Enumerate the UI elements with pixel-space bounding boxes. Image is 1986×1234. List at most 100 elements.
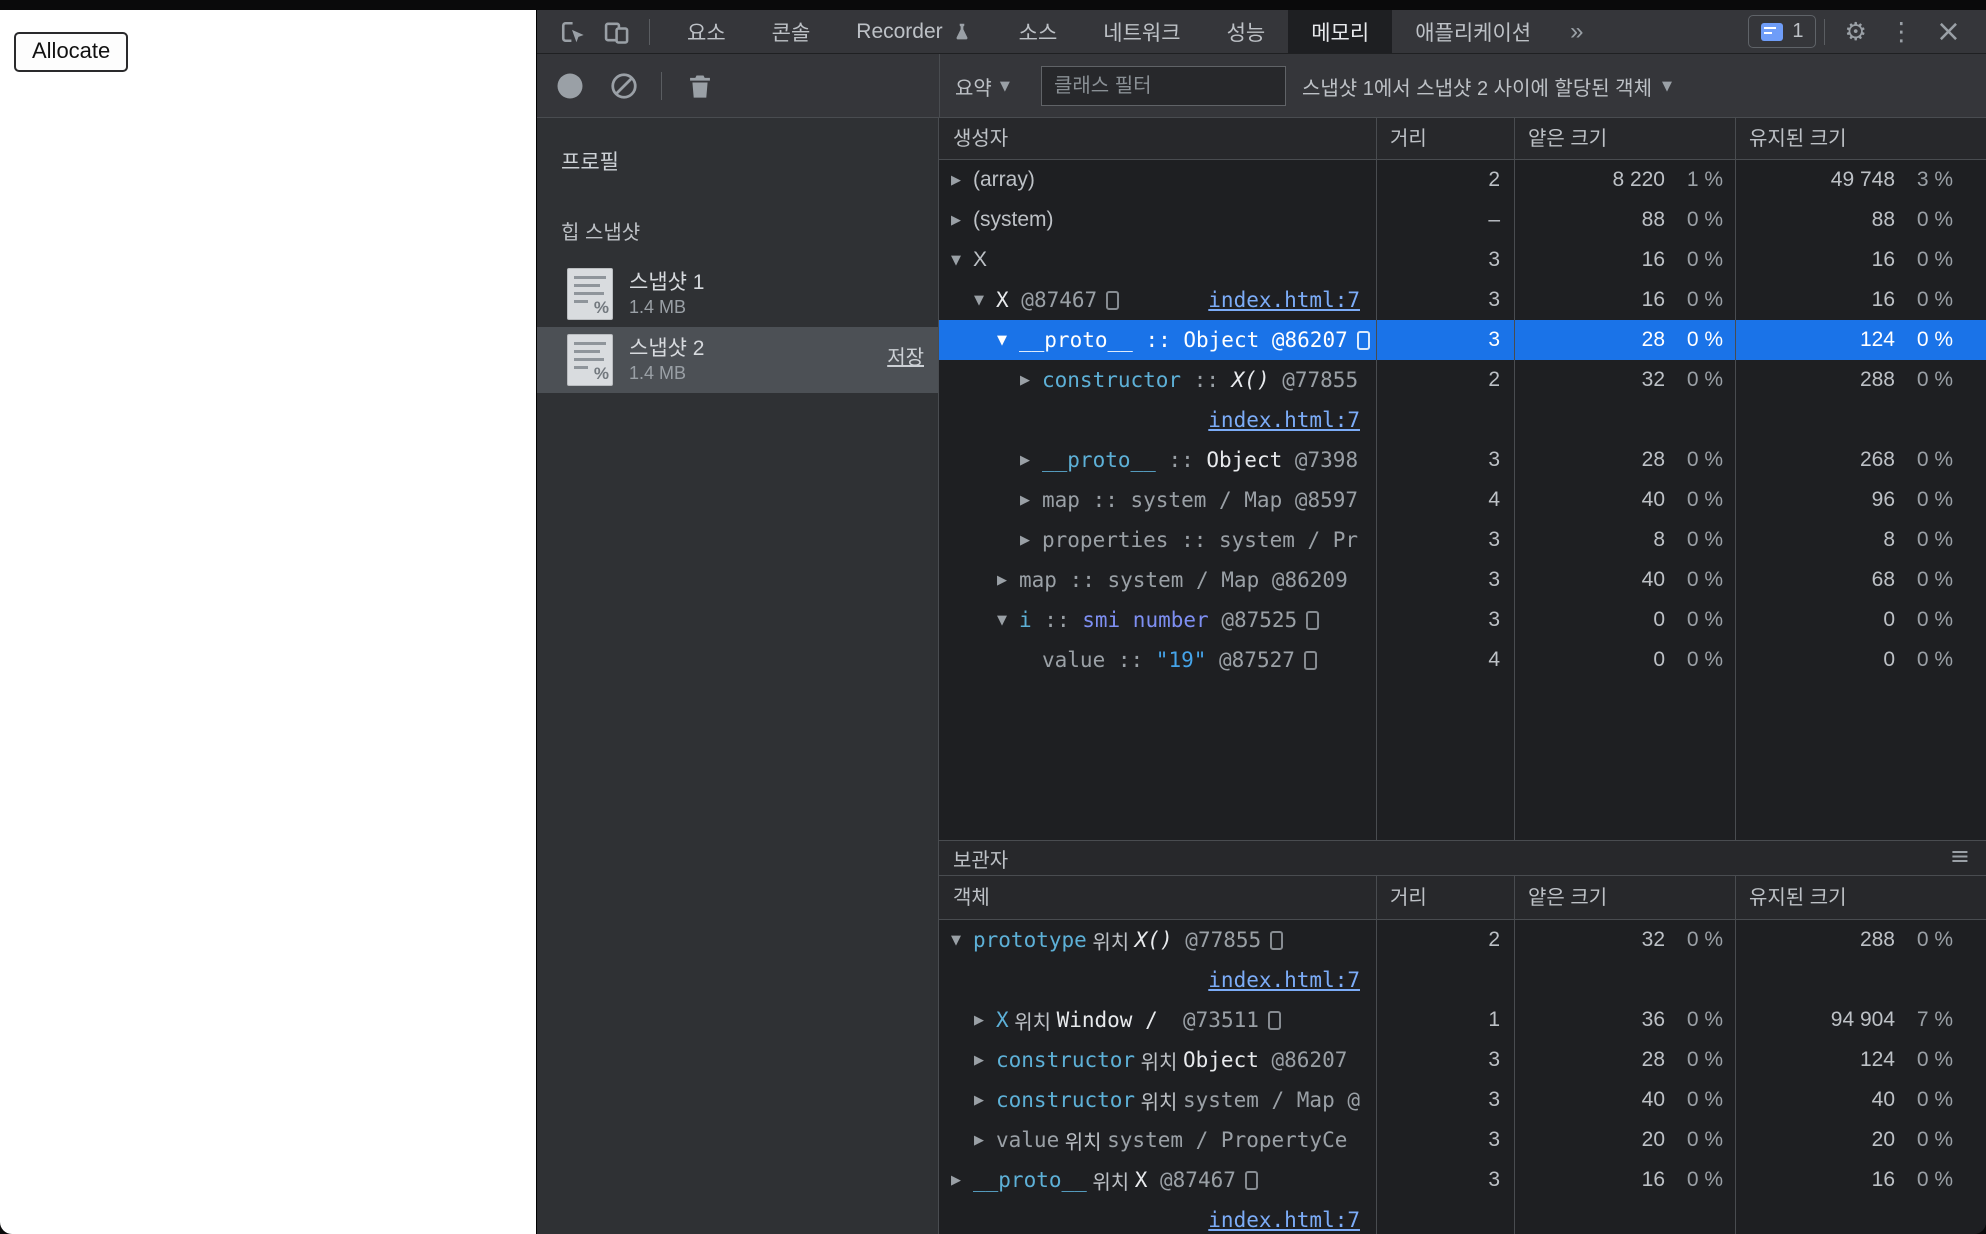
trash-icon[interactable] [683,69,717,103]
table-row[interactable]: ▶ value 위치 system / PropertyCe 3 20 0 % 20 0 % [939,1120,1986,1160]
tree-text: X [996,1008,1009,1032]
perspective-select[interactable]: 요약 ▼ [955,70,1010,102]
tree-text: constructor [996,1088,1136,1112]
settings-gear-icon[interactable]: ⚙ [1833,17,1877,46]
table-row[interactable]: value :: "19" @87527 4 0 0 % 0 0 % [939,640,1986,680]
shallow-size: 32 0 % [1641,368,1723,391]
distance-value: 1 [1488,1008,1500,1031]
column-header-shallow-size[interactable]: 얕은 크기 [1514,876,1735,919]
table-row[interactable]: ▶ constructor 위치 system / Map @ 3 40 0 % 40 0 … [939,1080,1986,1120]
expand-arrow[interactable]: ▼ [974,293,996,308]
tab-label: 콘솔 [771,21,811,45]
allocate-button[interactable]: Allocate [14,32,129,72]
tabbar-separator [649,18,650,45]
table-row[interactable]: ▼ __proto__ :: Object @86207 3 28 0 % 124 0 % [939,320,1986,360]
inspect-element-icon[interactable] [553,15,591,49]
table-row[interactable]: ▼ X 3 16 0 % 16 0 % [939,240,1986,280]
more-tabs-chevron[interactable]: » [1554,10,1599,53]
expand-arrow[interactable]: ▼ [997,333,1019,348]
reveal-icon[interactable] [1267,1010,1281,1030]
reveal-icon[interactable] [1303,650,1317,670]
expand-arrow[interactable]: ▶ [1020,533,1042,548]
tab-메모리[interactable]: 메모리 [1288,10,1393,53]
snapshot-range-select[interactable]: 스냅샷 1에서 스냅샷 2 사이에 할당된 객체 ▼ [1302,70,1672,102]
close-icon[interactable]: × [1925,14,1972,49]
table-row[interactable]: ▶ (array) 2 8 220 1 % 49 748 3 % [939,160,1986,200]
column-header-retained-size[interactable]: 유지된 크기 [1735,118,1985,159]
expand-arrow[interactable]: ▶ [997,573,1019,588]
class-filter-input[interactable] [1041,66,1286,106]
reveal-icon[interactable] [1356,330,1370,350]
table-row[interactable]: ▶ map :: system / Map @86209 3 40 0 % 68 0 % [939,560,1986,600]
tab-성능[interactable]: 성능 [1204,10,1289,53]
snapshot-size: 1.4 MB [629,297,687,317]
table-row[interactable]: ▶ constructor :: X() @77855 index.html:7 2 3… [939,360,1986,440]
expand-arrow[interactable]: ▶ [974,1053,996,1068]
distance-value: 2 [1488,168,1500,191]
table-row[interactable]: ▶ map :: system / Map @8597 4 40 0 % 96 0 % [939,480,1986,520]
save-link[interactable]: 저장 [887,341,924,370]
tree-text: __proto__ [1019,328,1133,352]
source-link[interactable]: index.html:7 [1208,408,1360,432]
expand-arrow[interactable]: ▶ [1020,373,1042,388]
source-link[interactable]: index.html:7 [1208,288,1376,312]
column-header-distance[interactable]: 거리 [1376,876,1514,919]
panel-tabs: 요소 콘솔 Recorder 소스 네트워크 성능 메모리 애플리케이션 [664,10,1554,53]
column-header-distance[interactable]: 거리 [1376,118,1514,159]
name-cell: ▼ X [939,240,1376,280]
table-row[interactable]: ▶ X 위치 Window / @73511 1 36 0 % 94 904 7 % [939,1000,1986,1040]
table-row[interactable]: ▶ (system) – 88 0 % 88 0 % [939,200,1986,240]
column-header-object[interactable]: 객체 [939,876,1376,919]
column-header-constructor[interactable]: 생성자 [939,118,1376,159]
table-row[interactable]: ▶ properties :: system / Pr 3 8 0 % 8 0 % [939,520,1986,560]
tab-애플리케이션[interactable]: 애플리케이션 [1392,10,1554,53]
expand-arrow[interactable]: ▶ [951,173,973,188]
table-row[interactable]: ▶ __proto__ :: Object @7398 3 28 0 % 268 0 % [939,440,1986,480]
expand-arrow[interactable]: ▶ [1020,453,1042,468]
reveal-icon[interactable] [1244,1170,1258,1190]
table-row[interactable]: ▶ __proto__ 위치 X @87467 index.html:7 3 16 0 %… [939,1160,1986,1234]
kebab-menu-icon[interactable]: ⋮ [1878,17,1925,46]
expand-arrow[interactable]: ▶ [974,1013,996,1028]
expand-arrow[interactable]: ▶ [951,1173,973,1188]
reveal-icon[interactable] [1306,610,1320,630]
chevron-down-icon: ▼ [999,78,1010,94]
name-cell: ▶ map :: system / Map @8597 [939,480,1376,520]
tree-text: :: [1155,448,1207,472]
name-cell: ▼ X @87467 index.html:7 [939,280,1376,320]
tree-text: @87525 [1208,608,1298,632]
expand-arrow[interactable]: ▼ [951,253,973,268]
expand-arrow[interactable]: ▼ [951,933,973,948]
table-row[interactable]: ▼ X @87467 index.html:7 3 16 0 % 16 0 % [939,280,1986,320]
expand-arrow[interactable]: ▶ [1020,493,1042,508]
snapshot-item[interactable]: % 스냅샷 2 1.4 MB 저장 [537,327,938,393]
source-link[interactable]: index.html:7 [1208,968,1360,992]
hamburger-menu-icon[interactable]: ≡ [1950,842,1970,870]
distance-value: 3 [1488,248,1500,271]
table-row[interactable]: ▼ i :: smi number @87525 3 0 0 % 0 0 % [939,600,1986,640]
column-header-retained-size[interactable]: 유지된 크기 [1735,876,1985,919]
issues-badge[interactable]: 1 [1748,15,1817,48]
expand-arrow[interactable]: ▶ [974,1093,996,1108]
expand-arrow[interactable]: ▶ [951,213,973,228]
device-toolbar-icon[interactable] [597,15,635,49]
snapshot-item[interactable]: % 스냅샷 1 1.4 MB [537,261,938,327]
table-row[interactable]: ▶ constructor 위치 Object @86207 3 28 0 % 124 0 … [939,1040,1986,1080]
tab-요소[interactable]: 요소 [664,10,749,53]
reveal-icon[interactable] [1106,290,1120,310]
column-header-shallow-size[interactable]: 얕은 크기 [1514,118,1735,159]
tab-소스[interactable]: 소스 [996,10,1081,53]
tab-네트워크[interactable]: 네트워크 [1080,10,1203,53]
expand-arrow[interactable]: ▼ [997,613,1019,628]
table-row[interactable]: ▼ prototype 위치 X() @77855 index.html:7 2 32 0… [939,920,1986,1000]
tree-text: smi number [1082,608,1209,632]
tab-label: 소스 [1018,21,1058,45]
expand-arrow[interactable]: ▶ [974,1133,996,1148]
tab-Recorder[interactable]: Recorder [833,10,995,53]
record-snapshot-icon[interactable] [553,69,587,103]
clear-icon[interactable] [607,69,641,103]
reveal-icon[interactable] [1270,930,1284,950]
tab-콘솔[interactable]: 콘솔 [749,10,834,53]
tree-text: constructor [996,1048,1136,1072]
source-link[interactable]: index.html:7 [1208,1208,1360,1232]
